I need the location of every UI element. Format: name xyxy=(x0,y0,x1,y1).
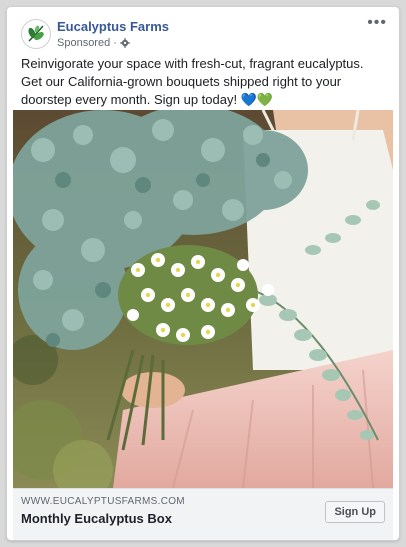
page-name-link[interactable]: Eucalyptus Farms xyxy=(57,19,169,34)
more-options-icon[interactable]: ••• xyxy=(367,15,387,31)
eucalyptus-bouquet-photo xyxy=(13,110,393,488)
sponsored-label[interactable]: Sponsored xyxy=(57,37,110,49)
post-body-text: Reinvigorate your space with fresh-cut, … xyxy=(21,56,364,107)
post-header: Eucalyptus Farms Sponsored · ••• xyxy=(7,7,399,55)
sponsored-row: Sponsored · xyxy=(57,37,130,49)
gear-icon[interactable] xyxy=(120,38,130,48)
ad-image[interactable] xyxy=(13,110,393,488)
page-avatar[interactable] xyxy=(21,19,51,49)
eucalyptus-leaf-logo-icon xyxy=(28,25,44,42)
link-domain: WWW.EUCALYPTUSFARMS.COM xyxy=(21,496,185,507)
link-headline[interactable]: Monthly Eucalyptus Box xyxy=(21,511,172,526)
sponsored-post-card: Eucalyptus Farms Sponsored · ••• Reinvig… xyxy=(7,7,399,540)
sign-up-button[interactable]: Sign Up xyxy=(325,501,385,523)
link-preview[interactable]: WWW.EUCALYPTUSFARMS.COM Monthly Eucalypt… xyxy=(13,488,393,540)
separator-dot: · xyxy=(113,37,117,49)
